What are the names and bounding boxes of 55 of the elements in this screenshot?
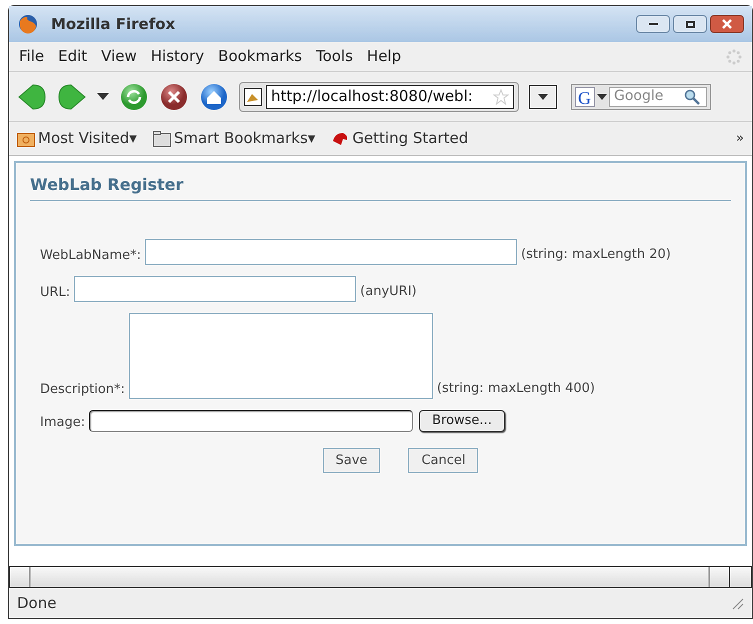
home-icon[interactable] [199, 82, 229, 112]
window-title: Mozilla Firefox [51, 14, 176, 35]
form-heading: WebLab Register [30, 173, 731, 201]
menu-item[interactable]: Tools [316, 45, 353, 68]
bookmark-favicon-icon [331, 130, 350, 146]
folder-icon [152, 130, 171, 146]
text-field[interactable] [145, 239, 518, 265]
caret-icon[interactable] [97, 92, 109, 100]
menu-item[interactable]: File [19, 45, 44, 68]
resize-grip-icon[interactable] [730, 596, 744, 610]
browser-logo-icon [17, 13, 39, 35]
throbber-icon [726, 48, 742, 64]
menu-item[interactable]: Bookmarks [218, 45, 302, 68]
caret-icon [597, 94, 607, 100]
form-button[interactable]: Save [322, 448, 380, 473]
forward-icon[interactable] [57, 82, 87, 112]
description-field[interactable] [128, 313, 433, 399]
bookmark-item[interactable]: Smart Bookmarks▾ [174, 127, 316, 150]
field-hint: (anyURI) [360, 282, 417, 300]
browse-button[interactable]: Browse... [419, 410, 505, 432]
bookmark-item[interactable]: Most Visited▾ [38, 127, 137, 150]
back-icon[interactable] [17, 82, 47, 112]
search-icon[interactable] [684, 88, 700, 104]
overflow-chevron[interactable]: » [736, 128, 744, 148]
menu-item[interactable]: History [150, 45, 204, 68]
status-text: Done [17, 592, 56, 614]
bookmark-item[interactable]: Getting Started [352, 127, 468, 150]
close-button[interactable] [710, 15, 744, 33]
address-bar[interactable]: http://localhost:8080/webl: [239, 82, 519, 112]
field-label: Image: [40, 414, 86, 432]
menu-item[interactable]: View [101, 45, 137, 68]
site-icon [244, 88, 262, 106]
field-hint: (string: maxLength 400) [436, 380, 596, 398]
text-field[interactable] [74, 276, 356, 302]
file-path-field[interactable] [89, 410, 414, 432]
search-engine-icon[interactable]: G [575, 86, 595, 106]
field-label: WebLabName*: [40, 246, 142, 264]
menu-item[interactable]: Help [366, 45, 402, 68]
close-icon [722, 19, 732, 29]
folder-icon [17, 130, 35, 146]
reload-icon[interactable] [119, 82, 149, 112]
field-label: URL: [40, 284, 70, 302]
minimize-button[interactable] [636, 15, 670, 33]
form-button[interactable]: Cancel [408, 448, 478, 473]
field-label: Description*: [40, 380, 125, 398]
search-bar[interactable]: G Google [571, 84, 711, 110]
menu-item[interactable]: Edit [58, 45, 88, 68]
maximize-button[interactable] [673, 15, 707, 33]
address-text: http://localhost:8080/webl: [271, 86, 473, 108]
field-hint: (string: maxLength 20) [521, 246, 671, 264]
caret-icon [538, 94, 548, 100]
star-icon[interactable] [493, 88, 509, 104]
address-dropdown-button[interactable] [529, 84, 557, 108]
search-field[interactable]: Google [609, 86, 707, 106]
stop-icon[interactable] [159, 82, 189, 112]
